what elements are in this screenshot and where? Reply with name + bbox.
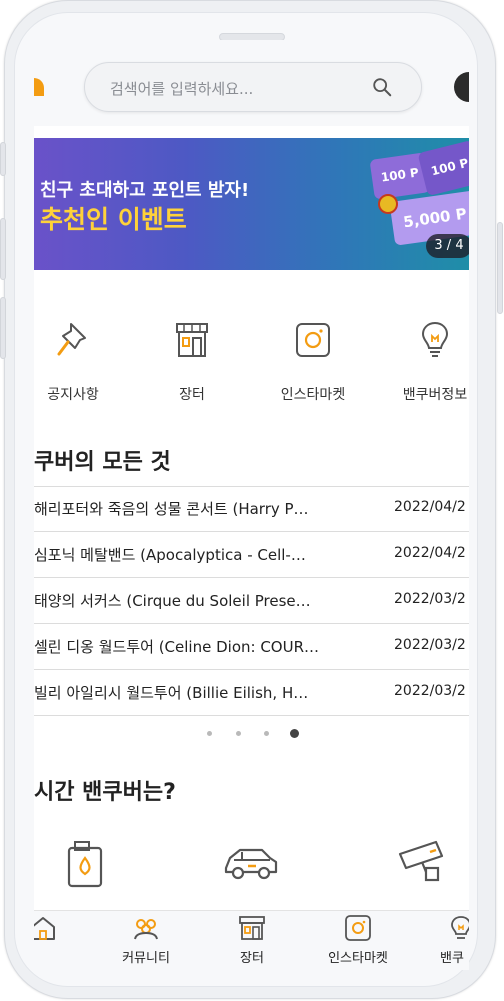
side-button-left-1 [0,142,6,176]
nav-label: 장터 [240,951,264,966]
news-title: 셀린 디옹 월드투어 (Celine Dion: COUR… [34,638,320,656]
banner-title: 추천인 이벤트 [40,205,187,234]
car-icon[interactable] [222,842,280,882]
nav-instamarket[interactable]: 인스타마켓 [316,911,400,970]
news-title: 해리포터와 죽음의 성물 콘서트 (Harry P… [34,500,309,518]
side-button-right [497,222,503,314]
community-icon [134,919,158,940]
news-row[interactable]: 해리포터와 죽음의 성물 콘서트 (Harry P… 2022/04/2 [34,486,469,532]
nav-vancouver-info[interactable]: 밴쿠 [432,911,469,970]
quick-menu: 공지사항 장터 인스타마켓 밴쿠버정보 [34,310,469,410]
news-title: 심포닉 메탈밴드 (Apocalyptica - Cell-… [34,546,306,564]
profile-avatar[interactable] [454,72,469,102]
side-button-left-3 [0,297,6,359]
news-row[interactable]: 태양의 서커스 (Cirque du Soleil Prese… 2022/03… [34,578,469,624]
quick-menu-instamarket[interactable]: 인스타마켓 [268,310,358,410]
news-title: 빌리 아일리시 월드투어 (Billie Eilish, H… [34,684,309,702]
storefront-icon [176,323,208,357]
app-screen: 검색어를 입력하세요... 친구 초대하고 포인트 받자! 추천인 이벤트 10… [34,40,469,970]
news-row[interactable]: 빌리 아일리시 월드투어 (Billie Eilish, H… 2022/03/… [34,670,469,716]
pagination-dots [204,728,304,740]
instagram-icon [296,323,330,357]
news-date: 2022/04/2 [394,499,466,515]
instagram-icon [345,915,371,941]
event-banner[interactable]: 친구 초대하고 포인트 받자! 추천인 이벤트 100 P 100 P 5,00… [34,138,469,270]
search-input[interactable]: 검색어를 입력하세요... [110,78,253,99]
pin-icon [57,323,86,356]
quick-menu-label: 밴쿠버정보 [402,387,468,403]
quick-menu-label: 인스타마켓 [280,387,346,403]
cctv-camera-icon[interactable] [396,840,448,884]
point-ticket: 100 P [417,139,469,197]
logo-icon[interactable] [34,78,44,96]
lightbulb-icon [421,321,449,357]
banner-subtitle: 친구 초대하고 포인트 받자! [40,180,250,201]
quick-menu-label: 공지사항 [47,387,99,403]
news-row[interactable]: 심포닉 메탈밴드 (Apocalyptica - Cell-… 2022/04/… [34,532,469,578]
medal-icon [378,194,398,214]
search-bar[interactable]: 검색어를 입력하세요... [84,62,422,112]
news-date: 2022/03/2 [394,683,466,699]
storefront-icon [239,916,265,940]
quick-menu-notice[interactable]: 공지사항 [34,310,118,410]
life-info-icons [34,840,469,900]
news-date: 2022/03/2 [394,591,466,607]
nav-label: 밴쿠 [440,951,464,966]
quick-menu-vancouver-info[interactable]: 밴쿠버정보 [390,310,469,410]
news-title: 태양의 서커스 (Cirque du Soleil Prese… [34,592,311,610]
nav-market[interactable]: 장터 [230,911,274,970]
nav-label: 커뮤니티 [122,951,170,966]
gas-can-icon[interactable] [65,840,105,888]
nav-home[interactable] [34,911,64,970]
pagination-dot[interactable] [236,731,241,736]
nav-community[interactable]: 커뮤니티 [104,911,188,970]
lightbulb-icon [451,916,469,939]
nav-label: 인스타마켓 [328,951,388,966]
news-date: 2022/04/2 [394,545,466,561]
bottom-nav: 커뮤니티 장터 인스타마켓 밴쿠 [34,910,469,970]
banner-pager: 3 / 4 [426,234,469,258]
home-icon [34,917,55,940]
search-icon[interactable] [371,76,393,98]
news-row[interactable]: 셀린 디옹 월드투어 (Celine Dion: COUR… 2022/03/2 [34,624,469,670]
pagination-dot[interactable] [207,731,212,736]
side-button-left-2 [0,218,6,280]
quick-menu-market[interactable]: 장터 [147,310,237,410]
section-title-all: 쿠버의 모든 것 [34,450,171,475]
pagination-dot-active[interactable] [290,729,299,738]
news-date: 2022/03/2 [394,637,466,653]
app-header: 검색어를 입력하세요... [34,40,469,126]
quick-menu-label: 장터 [179,387,205,403]
pagination-dot[interactable] [264,731,269,736]
section-title-time: 시간 밴쿠버는? [34,780,176,805]
